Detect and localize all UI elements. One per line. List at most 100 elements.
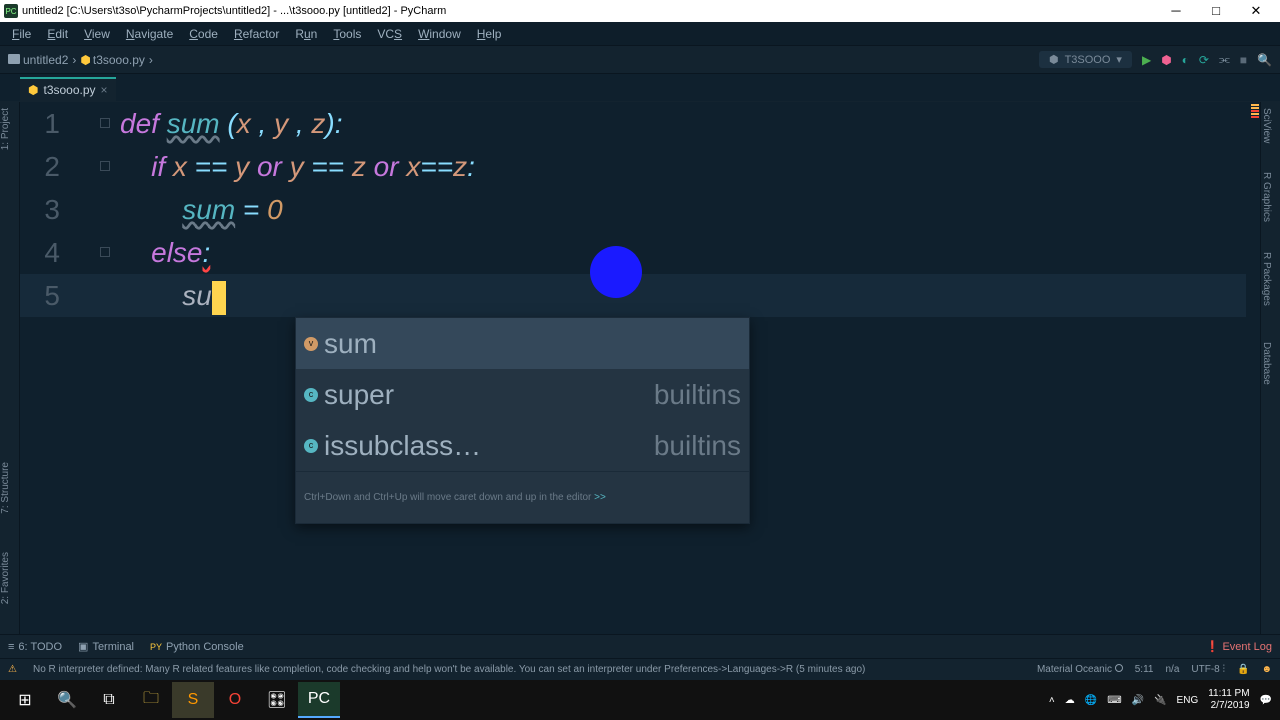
breadcrumb-file[interactable]: ⬢t3sooo.py [80, 53, 145, 67]
tool-terminal[interactable]: ▣Terminal [78, 640, 134, 653]
suggestion-label: super [324, 373, 394, 416]
menu-edit[interactable]: Edit [39, 27, 76, 41]
status-theme[interactable]: Material Oceanic [1037, 664, 1123, 675]
python-file-icon: ⬢ [80, 53, 90, 67]
tray-tablet-mode-icon[interactable]: ⌨ [1107, 695, 1121, 706]
tool-project[interactable]: 1: Project [0, 108, 11, 150]
status-line-sep[interactable]: n/a [1165, 664, 1179, 675]
taskbar-sublime[interactable]: S [172, 682, 214, 718]
tray-volume-icon[interactable]: 🔊 [1132, 695, 1144, 706]
event-log-button[interactable]: ❗ Event Log [1206, 640, 1272, 653]
tray-clock[interactable]: 11:11 PM2/7/2019 [1208, 688, 1249, 712]
tray-onedrive-icon[interactable]: ☁ [1065, 695, 1075, 706]
tray-language[interactable]: ENG [1177, 695, 1199, 706]
tray-notifications-icon[interactable]: 💬 [1260, 695, 1272, 706]
error-stripe[interactable] [1246, 102, 1260, 634]
menu-navigate[interactable]: Navigate [118, 27, 181, 41]
breadcrumb-project[interactable]: untitled2 [8, 53, 68, 67]
line-number: 3 [20, 188, 100, 231]
start-button[interactable]: ⊞ [4, 682, 46, 718]
pycharm-icon: PC [4, 4, 18, 18]
theme-indicator-icon [1115, 664, 1123, 672]
code-content[interactable]: if x == y or y == z or x==z: [120, 145, 475, 188]
line-number: 4 [20, 231, 100, 274]
tool-sciview[interactable]: SciView [1261, 108, 1272, 143]
taskbar-app[interactable]: 🎛 [256, 682, 298, 718]
suggestion-kind-icon: c [304, 388, 318, 402]
stop-button[interactable]: ■ [1240, 53, 1247, 67]
tool-favorites[interactable]: 2: Favorites [0, 552, 11, 604]
menu-file[interactable]: File [4, 27, 39, 41]
folder-icon [8, 54, 20, 64]
menu-window[interactable]: Window [410, 27, 469, 41]
suggestion-label: issubclass… [324, 424, 481, 467]
autocomplete-popup[interactable]: vsumcsuperbuiltinscissubclass…builtinsCt… [295, 317, 750, 524]
autocomplete-hint: Ctrl+Down and Ctrl+Up will move caret do… [296, 471, 749, 523]
tool-structure[interactable]: 7: Structure [0, 462, 11, 514]
tool-rpackages[interactable]: R Packages [1261, 252, 1272, 306]
coverage-button[interactable]: ◐ [1182, 53, 1189, 67]
code-line[interactable]: 3 sum = 0 [20, 188, 1246, 231]
menu-vcs[interactable]: VCS [369, 27, 410, 41]
left-tool-stripe: 1: Project 7: Structure 2: Favorites [0, 102, 20, 634]
bottom-tool-stripe: ≡6: TODO ▣Terminal PYPython Console ❗ Ev… [0, 634, 1280, 658]
code-line[interactable]: 1def sum (x , y , z): [20, 102, 1246, 145]
menu-code[interactable]: Code [181, 27, 226, 41]
profile-button[interactable]: ⟳ [1199, 53, 1209, 67]
taskbar-pycharm[interactable]: PC [298, 682, 340, 718]
close-button[interactable]: ✕ [1236, 3, 1276, 19]
search-everywhere-button[interactable]: 🔍 [1257, 53, 1272, 67]
tool-rgraphics[interactable]: R Graphics [1261, 172, 1272, 222]
status-encoding[interactable]: UTF-8 ⫶ [1191, 664, 1225, 675]
status-readonly-icon[interactable]: 🔒 [1237, 664, 1249, 675]
code-content[interactable]: su [120, 274, 226, 317]
tray-chevron-up-icon[interactable]: ˄ [1049, 695, 1055, 706]
menu-help[interactable]: Help [469, 27, 510, 41]
terminal-icon: ▣ [78, 640, 88, 653]
navigation-bar: untitled2 › ⬢t3sooo.py › ⬢ T3SOOO ▾ ▶ ⬢ … [0, 46, 1280, 74]
tool-database[interactable]: Database [1261, 342, 1272, 385]
search-button[interactable]: 🔍 [46, 682, 88, 718]
tool-todo[interactable]: ≡6: TODO [8, 641, 62, 653]
tray-network-icon[interactable]: 🌐 [1085, 695, 1097, 706]
code-content[interactable]: sum = 0 [120, 188, 283, 231]
taskbar-explorer[interactable]: 🗀 [130, 682, 172, 718]
right-tool-stripe: SciView R Graphics R Packages Database [1260, 102, 1280, 634]
task-view-button[interactable]: ⧉ [88, 682, 130, 718]
debug-button[interactable]: ⬢ [1161, 53, 1171, 67]
autocomplete-item[interactable]: vsum [296, 318, 749, 369]
maximize-button[interactable]: □ [1196, 3, 1236, 19]
code-editor[interactable]: 1def sum (x , y , z):2 if x == y or y ==… [20, 102, 1246, 634]
minimize-button[interactable]: ─ [1156, 3, 1196, 19]
run-button[interactable]: ▶ [1142, 53, 1151, 67]
text-cursor [212, 281, 226, 315]
run-configuration-selector[interactable]: ⬢ T3SOOO ▾ [1039, 51, 1132, 68]
autocomplete-item[interactable]: csuperbuiltins [296, 369, 749, 420]
chevron-right-icon: › [149, 53, 153, 67]
menubar: File Edit View Navigate Code Refactor Ru… [0, 22, 1280, 46]
warning-icon: ⚠ [8, 664, 17, 675]
status-hector-icon[interactable]: ☻ [1261, 664, 1272, 675]
menu-tools[interactable]: Tools [325, 27, 369, 41]
status-message[interactable]: No R interpreter defined: Many R related… [33, 664, 865, 675]
menu-view[interactable]: View [76, 27, 118, 41]
taskbar-opera[interactable]: O [214, 682, 256, 718]
editor-tabs: ⬢ t3sooo.py × [0, 74, 1280, 102]
menu-run[interactable]: Run [287, 27, 325, 41]
tab-t3sooo[interactable]: ⬢ t3sooo.py × [20, 77, 116, 101]
cursor-highlight-dot [590, 246, 642, 298]
python-file-icon: ⬢ [28, 83, 38, 97]
concurrency-button[interactable]: ⫘ [1219, 52, 1230, 67]
code-content[interactable]: def sum (x , y , z): [120, 102, 343, 145]
code-line[interactable]: 2 if x == y or y == z or x==z: [20, 145, 1246, 188]
todo-icon: ≡ [8, 641, 14, 653]
chevron-right-icon: › [72, 53, 76, 67]
tray-power-icon[interactable]: 🔌 [1154, 695, 1166, 706]
close-tab-icon[interactable]: × [101, 83, 108, 97]
menu-refactor[interactable]: Refactor [226, 27, 287, 41]
tab-label: t3sooo.py [43, 83, 95, 97]
status-caret-position[interactable]: 5:11 [1135, 664, 1154, 675]
tool-python-console[interactable]: PYPython Console [150, 641, 244, 653]
autocomplete-item[interactable]: cissubclass…builtins [296, 420, 749, 471]
code-content[interactable]: else: [120, 231, 210, 274]
